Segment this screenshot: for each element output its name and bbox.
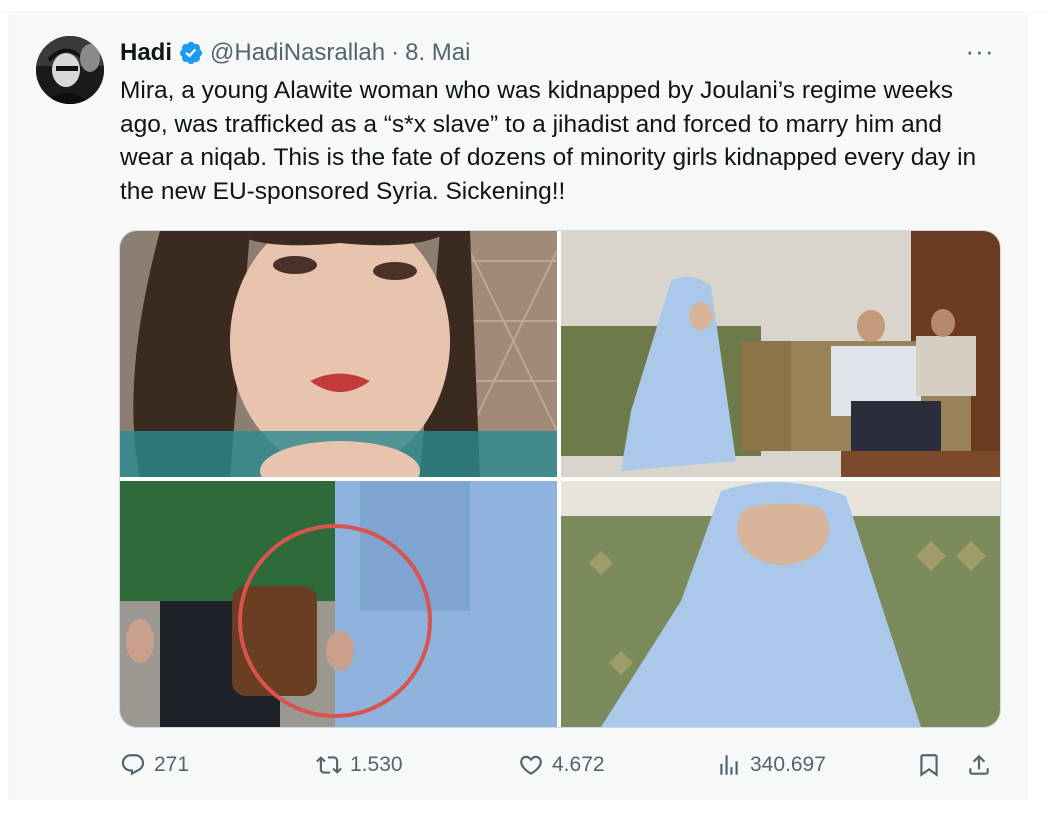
more-icon[interactable]: ··· [960,36,1000,66]
bottom-divider [0,800,1046,814]
verified-badge-icon [179,41,203,65]
retweet-button[interactable]: 1.530 [316,748,403,782]
share-icon [969,754,989,775]
reply-icon [121,754,145,776]
views-count: 340.697 [750,753,826,776]
share-button[interactable] [966,748,1000,782]
photo-veiled-woman-seated-with-men[interactable] [561,231,1000,477]
bookmark-button[interactable] [916,748,950,782]
views-button[interactable]: 340.697 [716,748,826,782]
header-separator: · [391,39,400,66]
top-divider [0,0,1046,13]
photo-veiled-woman-closeup[interactable] [561,481,1000,727]
like-count: 4.672 [552,753,605,776]
retweet-count: 1.530 [350,753,403,776]
author-handle[interactable]: @HadiNasrallah [210,39,385,67]
bookmark-icon [920,754,938,777]
tweet-text: Mira, a young Alawite woman who was kidn… [120,77,977,205]
tweet-header: Hadi @HadiNasrallah · 8. Mai [120,38,470,68]
media-grid[interactable] [119,230,1001,728]
avatar[interactable] [36,36,104,104]
reply-button[interactable]: 271 [120,748,189,782]
photo-woman-selfie[interactable] [120,231,557,477]
action-bar: 271 1.530 4.672 340.697 [120,748,1000,782]
photo-hands-circled[interactable] [120,481,557,727]
reply-count: 271 [154,753,190,776]
author-name[interactable]: Hadi [120,39,172,67]
like-icon [520,755,542,775]
like-button[interactable]: 4.672 [518,748,605,782]
views-icon [720,755,738,775]
retweet-icon [316,756,342,774]
tweet-date[interactable]: 8. Mai [405,39,470,67]
